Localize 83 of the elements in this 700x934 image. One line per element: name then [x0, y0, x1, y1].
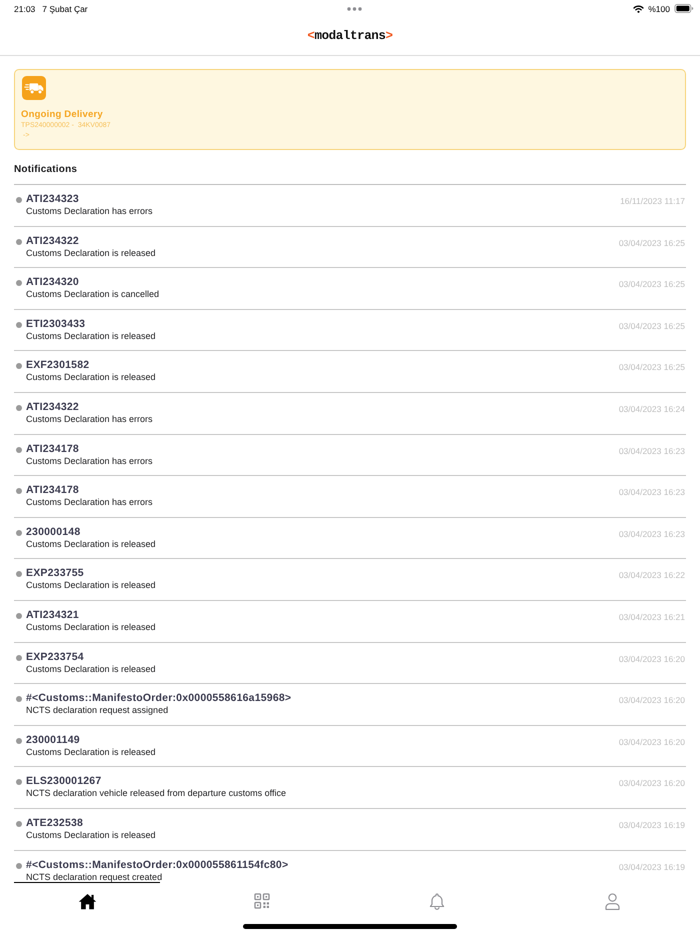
status-dot-icon	[16, 446, 22, 453]
notification-time: 03/04/2023 16:22	[618, 569, 685, 582]
person-icon	[604, 893, 620, 910]
notification-time: 03/04/2023 16:25	[618, 320, 685, 333]
status-dot-icon	[16, 238, 22, 245]
notification-message: Customs Declaration is released	[26, 580, 157, 592]
status-date: 7 Şubat Çar	[42, 4, 88, 14]
notification-message: Customs Declaration is released	[26, 248, 157, 259]
notification-message: NCTS declaration request created	[26, 872, 164, 882]
status-dot-icon	[16, 696, 22, 702]
home-indicator[interactable]	[243, 924, 457, 928]
notification-reference: ETI2303433	[26, 318, 86, 331]
notification-reference: ATI234322	[26, 234, 80, 248]
notification-time: 03/04/2023 16:21	[618, 610, 685, 624]
notification-time: 03/04/2023 16:20	[618, 652, 685, 666]
notification-time: 03/04/2023 16:20	[618, 694, 685, 708]
notification-reference: ATI234322	[26, 400, 80, 414]
status-dot-icon	[16, 363, 22, 370]
notification-time: 03/04/2023 16:25	[618, 236, 685, 250]
status-dot-icon	[16, 322, 22, 328]
notification-time: 03/04/2023 16:20	[618, 736, 685, 749]
notification-message: NCTS declaration request assigned	[26, 705, 170, 716]
bell-icon	[429, 893, 445, 910]
notification-message: Customs Declaration is released	[26, 330, 157, 342]
section-heading: Notifications	[14, 164, 78, 176]
notification-reference: EXP233754	[26, 650, 85, 664]
notification-message: Customs Declaration has errors	[26, 206, 154, 217]
status-dot-icon	[16, 779, 22, 786]
notification-message: Customs Declaration is released	[26, 538, 157, 550]
notification-reference: ELS230001267	[26, 775, 102, 788]
notification-message: Customs Declaration has errors	[26, 414, 154, 425]
notification-time: 03/04/2023 16:23	[618, 528, 685, 541]
notification-message: Customs Declaration is cancelled	[26, 289, 160, 300]
delivery-title: Ongoing Delivery	[21, 109, 103, 121]
qr-code-icon	[254, 893, 270, 909]
notification-time: 03/04/2023 16:19	[618, 818, 685, 832]
notification-message: Customs Declaration is released	[26, 664, 157, 675]
battery-icon	[674, 4, 694, 13]
notification-time: 03/04/2023 16:24	[618, 402, 685, 416]
notification-message: Customs Declaration is released	[26, 830, 157, 841]
notification-reference: ATI234178	[26, 484, 80, 498]
status-dot-icon	[16, 862, 22, 868]
dots-icon[interactable]	[346, 6, 362, 10]
notification-reference: 230001149	[26, 734, 81, 747]
notification-reference: ATI234178	[26, 442, 80, 456]
status-dot-icon	[16, 571, 22, 578]
status-dot-icon	[16, 738, 22, 744]
logo: <modaltrans>	[307, 29, 393, 43]
notification-time: 03/04/2023 16:25	[618, 278, 685, 292]
truck-icon	[21, 76, 47, 100]
status-dot-icon	[16, 404, 22, 411]
status-dot-icon	[16, 530, 22, 536]
home-icon	[78, 893, 96, 910]
notification-message: Customs Declaration has errors	[26, 497, 154, 508]
status-dot-icon	[16, 280, 22, 286]
notification-reference: ATI234323	[26, 193, 80, 206]
notification-reference: #<Customs::ManifestoOrder:0x0000558616a15968>	[26, 692, 292, 706]
notification-reference: 230000148	[26, 526, 82, 539]
battery-percentage: %100	[648, 4, 670, 14]
notification-time: 03/04/2023 16:23	[618, 486, 685, 500]
notification-message: Customs Declaration is released	[26, 372, 157, 384]
notification-time: 03/04/2023 16:25	[618, 361, 685, 374]
wifi-icon	[633, 4, 644, 12]
notification-reference: #<Customs::ManifestoOrder:0x000055861154fc80>	[26, 858, 290, 872]
notification-message: Customs Declaration is released	[26, 746, 157, 758]
notification-message: NCTS declaration vehicle released from departure customs office	[26, 788, 287, 800]
status-dot-icon	[16, 197, 22, 203]
status-dot-icon	[16, 488, 22, 494]
status-dot-icon	[16, 654, 22, 661]
notification-time: 03/04/2023 16:20	[618, 777, 685, 790]
notification-time: 16/11/2023 11:17	[620, 195, 685, 208]
notification-time: 03/04/2023 16:23	[618, 444, 685, 458]
status-dot-icon	[16, 820, 22, 827]
notification-reference: ATE232538	[26, 816, 84, 830]
status-dot-icon	[16, 612, 22, 619]
status-time: 21:03	[14, 4, 36, 14]
notification-time: 03/04/2023 16:19	[618, 860, 685, 874]
notification-message: Customs Declaration is released	[26, 622, 157, 633]
notification-reference: ATI234320	[26, 276, 80, 290]
notification-reference: ATI234321	[26, 608, 80, 622]
notification-message: Customs Declaration has errors	[26, 456, 154, 467]
notification-reference: EXF2301582	[26, 359, 90, 372]
notification-reference: EXP233755	[26, 567, 85, 580]
